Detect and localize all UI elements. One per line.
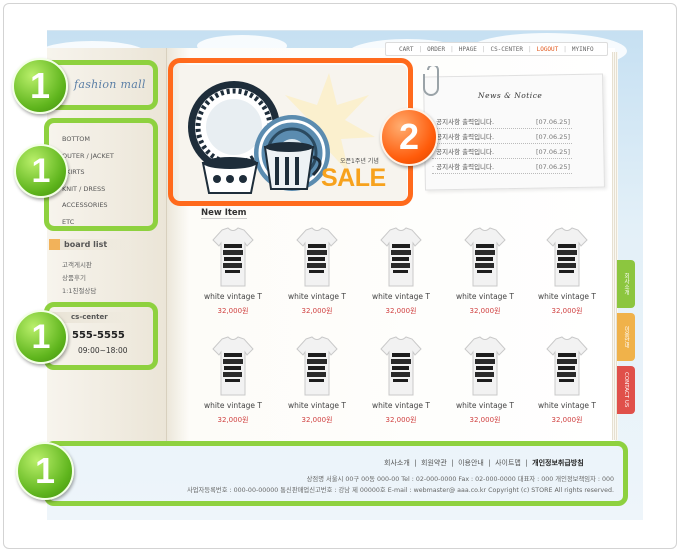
notice-item[interactable]: · 공지사항 출력입니다. [07.06.25]	[432, 115, 572, 129]
side-tab-guide[interactable]: 이용안내	[617, 313, 635, 361]
board-item[interactable]: 1:1친절상담	[62, 285, 96, 298]
product-name[interactable]: white vintage T	[277, 292, 357, 301]
product-price: 32,000원	[217, 307, 249, 315]
tshirt-image	[464, 336, 506, 396]
board-list-title: board list	[64, 240, 108, 249]
nav-myinfo[interactable]: MYINFO	[567, 46, 599, 53]
tshirt-image	[296, 227, 338, 287]
product-name[interactable]: white vintage T	[277, 401, 357, 410]
highlight-banner	[168, 58, 413, 206]
product-card[interactable]: white vintage T 32,000원	[277, 226, 357, 316]
callout-badge-two: 2	[380, 108, 438, 166]
product-card[interactable]: white vintage T 32,000원	[527, 335, 607, 425]
board-square-icon	[49, 239, 60, 250]
tshirt-image	[380, 336, 422, 396]
product-price: 32,000원	[551, 307, 583, 315]
notice-item[interactable]: · 공지사항 출력입니다. [07.06.25]	[432, 130, 572, 144]
product-card[interactable]: white vintage T 32,000원	[277, 335, 357, 425]
product-card[interactable]: white vintage T 32,000원	[445, 335, 525, 425]
product-name[interactable]: white vintage T	[361, 292, 441, 301]
board-item[interactable]: 상품후기	[62, 272, 96, 285]
product-card[interactable]: white vintage T 32,000원	[361, 226, 441, 316]
tshirt-image	[464, 227, 506, 287]
product-name[interactable]: white vintage T	[445, 292, 525, 301]
product-price: 32,000원	[551, 416, 583, 424]
product-price: 32,000원	[217, 416, 249, 424]
callout-badge-one: 1	[14, 310, 68, 364]
product-name[interactable]: white vintage T	[527, 401, 607, 410]
side-tab-company[interactable]: 회사소개	[617, 260, 635, 308]
new-item-title: New Item	[201, 208, 247, 219]
callout-badge-one: 1	[16, 442, 74, 500]
tshirt-image	[546, 227, 588, 287]
nav-logout[interactable]: LOGOUT	[532, 46, 564, 53]
product-name[interactable]: white vintage T	[527, 292, 607, 301]
tshirt-image	[212, 227, 254, 287]
product-name[interactable]: white vintage T	[193, 292, 273, 301]
tshirt-image	[380, 227, 422, 287]
paperclip-icon	[423, 66, 439, 96]
nav-order[interactable]: ORDER	[422, 46, 450, 53]
product-price: 32,000원	[301, 307, 333, 315]
board-item[interactable]: 고객게시판	[62, 259, 96, 272]
tshirt-image	[296, 336, 338, 396]
tshirt-image	[546, 336, 588, 396]
notice-item[interactable]: · 공지사항 출력입니다. [07.06.25]	[432, 160, 572, 174]
notice-item[interactable]: · 공지사항 출력입니다. [07.06.25]	[432, 145, 572, 159]
product-card[interactable]: white vintage T 32,000원	[445, 226, 525, 316]
nav-hpage[interactable]: HPAGE	[454, 46, 482, 53]
callout-badge-one: 1	[12, 58, 68, 114]
callout-badge-one: 1	[14, 144, 68, 198]
product-price: 32,000원	[301, 416, 333, 424]
board-list-header: board list	[49, 239, 131, 250]
product-price: 32,000원	[469, 416, 501, 424]
product-card[interactable]: white vintage T 32,000원	[361, 335, 441, 425]
product-card[interactable]: white vintage T 32,000원	[527, 226, 607, 316]
highlight-footer	[44, 441, 628, 506]
product-card[interactable]: white vintage T 32,000원	[193, 335, 273, 425]
product-card[interactable]: white vintage T 32,000원	[193, 226, 273, 316]
product-name[interactable]: white vintage T	[361, 401, 441, 410]
board-list: 고객게시판 상품후기 1:1친절상담	[62, 259, 96, 298]
nav-cs-center[interactable]: CS-CENTER	[485, 46, 528, 53]
tshirt-image	[212, 336, 254, 396]
product-price: 32,000원	[385, 307, 417, 315]
notice-title: News & Notice	[478, 91, 543, 100]
top-navigation: CART | ORDER | HPAGE | CS-CENTER | LOGOUT | M…	[385, 42, 608, 56]
product-price: 32,000원	[385, 416, 417, 424]
product-price: 32,000원	[469, 307, 501, 315]
product-name[interactable]: white vintage T	[445, 401, 525, 410]
nav-cart[interactable]: CART	[394, 46, 418, 53]
product-name[interactable]: white vintage T	[193, 401, 273, 410]
side-tab-contact[interactable]: CONTACT US	[617, 366, 635, 414]
